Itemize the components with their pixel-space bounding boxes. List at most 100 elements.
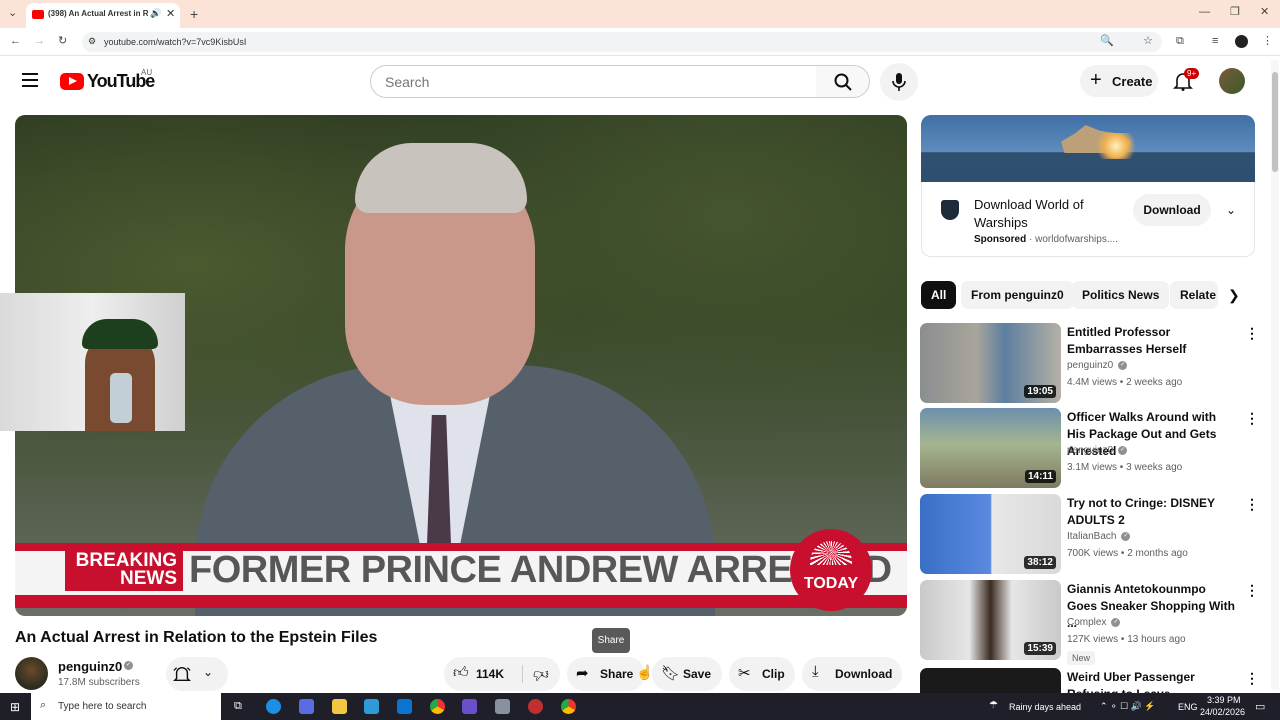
video-thumbnail[interactable]: 14:11 [920, 408, 1061, 488]
create-label: Create [1112, 74, 1153, 89]
download-button[interactable]: ⤓ Download [802, 657, 902, 691]
more-options-icon[interactable]: ⋮ [1245, 325, 1259, 342]
notification-center-icon[interactable]: ▭ [1255, 700, 1265, 713]
app-icon[interactable] [462, 699, 477, 714]
channel-avatar[interactable] [15, 657, 48, 690]
notification-count-badge: 9+ [1184, 68, 1200, 79]
close-tab-icon[interactable]: ✕ [166, 7, 175, 20]
download-icon: ⤓ [812, 663, 819, 680]
system-tray-icons[interactable]: ⌃ ⚬ ☐ 🔊 ⚡ [1100, 701, 1156, 712]
chip-all[interactable]: All [921, 281, 957, 309]
more-options-icon[interactable]: ⋮ [1245, 670, 1259, 687]
reload-icon[interactable]: ↻ [58, 36, 67, 47]
address-bar: ← → ↻ ⚙ youtube.com/watch?v=7vc9KisbUsI … [0, 28, 1280, 56]
ad-banner-image[interactable] [921, 115, 1255, 182]
recommendation-item[interactable]: Weird Uber Passenger Refusing to Leave ⋮ [920, 668, 1260, 693]
close-window-icon[interactable]: ✕ [1260, 7, 1269, 18]
back-icon[interactable]: ← [10, 36, 21, 47]
save-button[interactable]: 🔖︎ Save [652, 657, 722, 691]
browser-menu-icon[interactable]: ⋮ [1262, 36, 1273, 47]
zoom-icon[interactable]: 🔍 [1100, 36, 1114, 47]
ad-download-button[interactable]: Download [1133, 194, 1211, 226]
scrollbar-thumb[interactable] [1272, 72, 1278, 172]
hamburger-menu-icon[interactable] [22, 73, 38, 87]
weather-text[interactable]: Rainy days ahead [1009, 702, 1081, 712]
clock-time[interactable]: 3:39 PM [1207, 695, 1241, 705]
share-arrow-icon: ➦ [576, 665, 589, 682]
language-indicator[interactable]: ENG [1178, 702, 1198, 712]
video-duration: 38:12 [1024, 556, 1056, 569]
youtube-logo-icon[interactable] [60, 73, 84, 90]
minimize-icon[interactable]: — [1199, 7, 1210, 18]
recommendation-item[interactable]: 14:11 Officer Walks Around with His Pack… [920, 408, 1260, 488]
audio-playing-icon[interactable]: 🔊 [150, 8, 161, 19]
windows-start-icon[interactable]: ⊞ [10, 700, 20, 714]
share-button[interactable]: ➦ Share [567, 657, 645, 691]
search-input[interactable] [385, 74, 785, 90]
more-options-icon[interactable]: ⋮ [1245, 410, 1259, 427]
copilot-icon[interactable] [299, 699, 314, 714]
page-scrollbar[interactable] [1271, 60, 1279, 690]
taskbar-search[interactable]: ⌕ Type here to search [31, 693, 221, 720]
mail-icon[interactable] [397, 699, 412, 714]
browser-tab[interactable]: (398) An Actual Arrest in Re 🔊 ✕ [26, 3, 180, 28]
thumbs-down-icon: 👍︎ [533, 666, 549, 683]
voice-search-button[interactable] [880, 63, 918, 101]
recommendation-item[interactable]: 15:39 Giannis Antetokounmpo Goes Sneaker… [920, 580, 1260, 665]
share-tooltip: Share [592, 628, 630, 653]
site-info-icon[interactable]: ⚙ [88, 37, 96, 46]
video-duration: 14:11 [1024, 470, 1056, 483]
dislike-button[interactable]: 👍︎ [524, 657, 560, 691]
bookmark-star-icon[interactable]: ☆ [1143, 36, 1153, 47]
video-thumbnail[interactable]: 38:12 [920, 494, 1061, 574]
chip-related[interactable]: Relate [1170, 281, 1218, 309]
subscription-bell-button[interactable]: ⌄ [166, 657, 228, 691]
chip-scroll-right-icon[interactable]: ❯ [1228, 287, 1240, 304]
news-headline: FORMER PRINCE ANDREW ARRESTED [189, 549, 892, 591]
forward-icon[interactable]: → [34, 36, 45, 47]
clip-button[interactable]: ✂ Clip [729, 657, 795, 691]
media-control-icon[interactable]: ≡ [1212, 36, 1218, 47]
search-button[interactable] [816, 65, 870, 98]
recommendation-title[interactable]: Weird Uber Passenger Refusing to Leave [1067, 669, 1237, 693]
app-icon[interactable] [495, 699, 510, 714]
download-label: Download [835, 667, 893, 681]
account-avatar[interactable] [1219, 68, 1245, 94]
clock-date[interactable]: 24/02/2026 [1200, 707, 1245, 717]
video-thumbnail[interactable] [920, 668, 1061, 693]
recommendation-item[interactable]: 19:05 Entitled Professor Embarrasses Her… [920, 323, 1260, 403]
app-icon[interactable] [528, 699, 543, 714]
tab-list-icon[interactable]: ⌄ [8, 8, 17, 19]
video-thumbnail[interactable]: 19:05 [920, 323, 1061, 403]
more-options-icon[interactable]: ⋮ [1245, 582, 1259, 599]
task-view-icon[interactable]: ⧉ [234, 700, 242, 713]
weather-icon[interactable]: ☂ [989, 700, 998, 711]
restore-icon[interactable]: ❐ [1230, 7, 1240, 18]
ad-title[interactable]: Download World of Warships [974, 196, 1124, 232]
chrome-icon[interactable] [430, 699, 445, 714]
file-explorer-icon[interactable] [332, 699, 347, 714]
more-options-icon[interactable]: ⋮ [1245, 496, 1259, 513]
url-field[interactable]: ⚙ youtube.com/watch?v=7vc9KisbUsI [82, 32, 1162, 52]
video-thumbnail[interactable]: 15:39 [920, 580, 1061, 660]
store-icon[interactable] [364, 699, 379, 714]
profile-icon[interactable] [1235, 35, 1248, 48]
ad-expand-chevron-icon[interactable]: ⌄ [1226, 203, 1236, 217]
chrome-active-icon[interactable] [561, 699, 576, 714]
search-box[interactable] [370, 65, 817, 98]
channel-name[interactable]: penguinz0 [58, 659, 122, 674]
chip-politics-news[interactable]: Politics News [1072, 281, 1170, 309]
channel-name-text: ItalianBach [1067, 531, 1117, 542]
extensions-icon[interactable]: ⧉ [1176, 36, 1184, 47]
bookmark-icon: 🔖︎ [661, 665, 681, 682]
taskbar-search-placeholder: Type here to search [58, 701, 147, 712]
create-button[interactable]: + Create [1080, 65, 1158, 97]
edge-icon[interactable] [266, 699, 281, 714]
tab-title: (398) An Actual Arrest in Re [48, 9, 148, 18]
recommendation-title[interactable]: Try not to Cringe: DISNEY ADULTS 2 [1067, 495, 1237, 529]
new-tab-icon[interactable]: + [190, 7, 198, 21]
chip-from-channel[interactable]: From penguinz0 [961, 281, 1074, 309]
recommendation-item[interactable]: 38:12 Try not to Cringe: DISNEY ADULTS 2… [920, 494, 1260, 574]
like-button[interactable]: 👍︎ 114K [444, 657, 522, 691]
recommendation-title[interactable]: Entitled Professor Embarrasses Herself [1067, 324, 1237, 358]
